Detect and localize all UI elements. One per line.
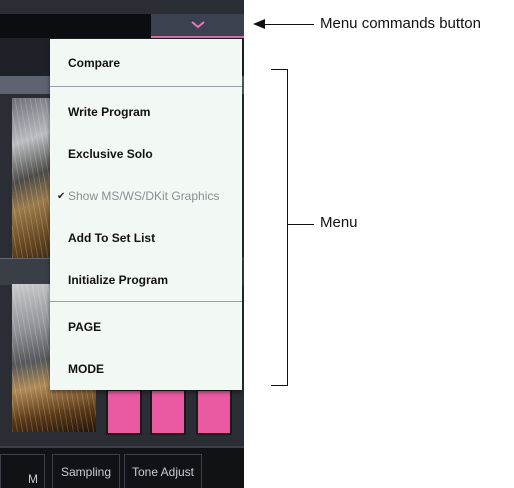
menu-item-label: PAGE xyxy=(68,320,102,334)
menu-button-callout: Menu commands button xyxy=(320,15,481,32)
pad-button[interactable] xyxy=(150,389,186,435)
menu-item-exclusive-solo[interactable]: Exclusive Solo xyxy=(50,142,242,166)
menu-item-write-program[interactable]: Write Program xyxy=(50,100,242,124)
menu-item-label: Compare xyxy=(68,56,121,70)
menu-item-label: Add To Set List xyxy=(68,231,156,245)
menu-item-initialize-program[interactable]: Initialize Program xyxy=(50,268,242,292)
menu-separator xyxy=(50,86,242,87)
bracket-tick xyxy=(288,224,314,225)
menu-item-compare[interactable]: Compare xyxy=(50,51,242,75)
menu-commands-button[interactable] xyxy=(151,14,244,38)
menu-item-label: MODE xyxy=(68,362,104,376)
callout-line xyxy=(264,24,314,25)
tab-tone-adjust[interactable]: Tone Adjust xyxy=(124,454,202,488)
menu-item-show-graphics: ✔ Show MS/WS/DKit Graphics xyxy=(50,184,242,208)
menu-separator xyxy=(50,301,242,302)
menu-commands-menu: Compare Write Program Exclusive Solo ✔ S… xyxy=(50,39,242,390)
menu-bracket xyxy=(271,69,288,386)
menu-item-label: Exclusive Solo xyxy=(68,147,153,161)
menu-item-page[interactable]: PAGE xyxy=(50,315,242,339)
check-icon: ✔ xyxy=(57,190,66,202)
device-screen: M Sampling Tone Adjust Compare Write Pro… xyxy=(0,0,244,488)
menu-item-label: Write Program xyxy=(68,105,151,119)
menu-item-label: Show MS/WS/DKit Graphics xyxy=(68,189,220,203)
menu-item-label: Initialize Program xyxy=(68,273,169,287)
menu-callout: Menu xyxy=(320,214,358,231)
menu-item-add-to-set-list[interactable]: Add To Set List xyxy=(50,226,242,250)
menu-item-mode[interactable]: MODE xyxy=(50,357,242,381)
pad-button[interactable] xyxy=(196,389,232,435)
chevron-down-icon xyxy=(190,21,205,29)
tab-m[interactable]: M xyxy=(0,454,45,488)
pad-button[interactable] xyxy=(106,389,142,435)
tab-sampling[interactable]: Sampling xyxy=(52,454,120,488)
